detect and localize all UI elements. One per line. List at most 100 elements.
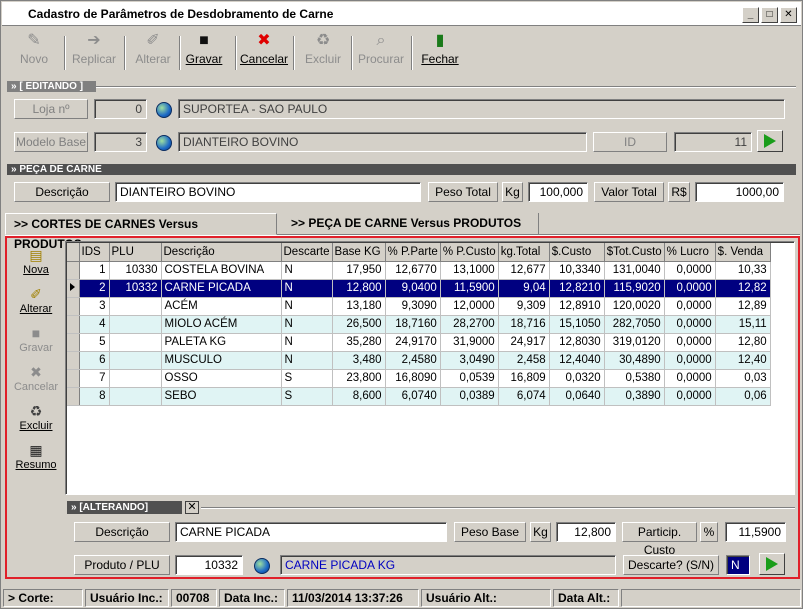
row-indicator-header	[67, 243, 80, 262]
tab-cortes-de-carnes[interactable]: >> CORTES DE CARNES Versus PRODUTOS	[5, 213, 277, 251]
confirm-arrow-button[interactable]	[759, 553, 785, 575]
table-cell: 7	[79, 369, 110, 388]
table-row[interactable]: 5 PALETA KG N 35,280 24,9170 31,9000 24,917 12,…	[67, 333, 771, 352]
replicar-button[interactable]: ➔ Replicar	[70, 32, 118, 74]
column-header[interactable]: % Lucro	[664, 243, 716, 262]
gravar-button[interactable]: ■ Gravar	[184, 32, 224, 74]
table-cell: 0,0000	[664, 261, 716, 280]
side-gravar-button[interactable]: ■ Gravar	[11, 325, 61, 354]
novo-button[interactable]: ✎ Novo	[12, 32, 56, 74]
alt-descricao-field[interactable]: CARNE PICADA	[175, 522, 447, 542]
column-header[interactable]: PLU	[109, 243, 162, 262]
table-cell: 12,80	[715, 333, 771, 352]
toolbar-separator	[235, 36, 237, 70]
table-row[interactable]: 3 ACÉM N 13,180 9,3090 12,0000 9,309 12,8910 120…	[67, 297, 771, 316]
side-alterar-button[interactable]: ✐ Alterar	[11, 286, 61, 315]
valor-unit-label: R$	[668, 182, 690, 202]
table-cell: 0,3890	[604, 387, 665, 406]
produto-plu-field[interactable]: 10332	[175, 555, 243, 575]
table-cell: 0,0000	[664, 279, 716, 298]
alt-descricao-label: Descrição	[74, 522, 170, 542]
table-row[interactable]: 7 OSSO S 23,800 16,8090 0,0539 16,809 0,0320 0,5…	[67, 369, 771, 388]
nova-button[interactable]: ▤ Nova	[11, 247, 61, 276]
cortes-grid[interactable]: IDS PLU Descrição Descarte Base KG% P.Parte%…	[65, 241, 795, 495]
particip-custo-label: Particip. Custo	[622, 522, 697, 557]
globe-search-icon[interactable]	[156, 102, 172, 118]
excluir-button[interactable]: ♻ Excluir	[300, 32, 346, 74]
column-header[interactable]: Base KG	[332, 243, 386, 262]
column-header[interactable]: Descrição	[161, 243, 282, 262]
go-arrow-button[interactable]	[757, 130, 783, 152]
column-header[interactable]: $.Custo	[549, 243, 605, 262]
table-cell: 9,309	[498, 297, 550, 316]
peso-total-field[interactable]: 100,000	[528, 182, 588, 202]
globe-search-icon[interactable]	[156, 135, 172, 151]
column-header[interactable]: $. Venda	[715, 243, 771, 262]
table-row[interactable]: 4 MIOLO ACÉM N 26,500 18,7160 28,2700 18,716 15…	[67, 315, 771, 334]
close-button[interactable]: ✕	[780, 7, 797, 23]
table-cell	[109, 297, 162, 316]
peso-total-label: Peso Total	[428, 182, 498, 202]
table-cell: 24,9170	[385, 333, 441, 352]
row-indicator	[67, 279, 80, 298]
table-row[interactable]: 8 SEBO S 8,600 6,0740 0,0389 6,074 0,0640 0,3890…	[67, 387, 771, 406]
minimize-button[interactable]: _	[742, 7, 759, 23]
valor-total-field[interactable]: 1000,00	[695, 182, 784, 202]
status-data-alt-label: Data Alt.:	[553, 589, 619, 607]
cancel-x-icon: ✖	[30, 364, 42, 380]
column-header[interactable]: % P.Custo	[440, 243, 499, 262]
modelo-base-field[interactable]: 3	[94, 132, 147, 152]
table-cell: 120,0020	[604, 297, 665, 316]
table-row[interactable]: 2 10332 CARNE PICADA N 12,800 9,0400 11,5900 9,…	[67, 279, 771, 298]
peca-descricao-field[interactable]: DIANTEIRO BOVINO	[115, 182, 421, 202]
table-cell: 0,0000	[664, 387, 716, 406]
peso-base-field[interactable]: 12,800	[556, 522, 616, 542]
tab-peca-de-carne[interactable]: >> PEÇA DE CARNE Versus PRODUTOS	[283, 213, 539, 235]
procurar-button[interactable]: ⌕ Procurar	[356, 32, 406, 74]
table-cell: 24,917	[498, 333, 550, 352]
close-alterando-icon[interactable]: ✕	[185, 501, 199, 514]
fechar-button[interactable]: ▮ Fechar	[418, 32, 462, 74]
cortes-table: IDS PLU Descrição Descarte Base KG% P.Parte%…	[67, 243, 771, 406]
table-cell: 0,0539	[440, 369, 499, 388]
maximize-button[interactable]: □	[761, 7, 778, 23]
table-cell: 2,4580	[385, 351, 441, 370]
trash-icon: ♻	[315, 32, 331, 49]
column-header[interactable]: Descarte	[281, 243, 333, 262]
main-window: Cadastro de Parâmetros de Desdobramento …	[0, 0, 803, 609]
row-indicator	[67, 297, 80, 316]
table-cell: 12,677	[498, 261, 550, 280]
calculator-icon: ▦	[29, 442, 43, 458]
table-cell: 1	[79, 261, 110, 280]
trash-icon: ♻	[29, 403, 43, 419]
table-cell: N	[281, 315, 333, 334]
column-header[interactable]: kg.Total	[498, 243, 550, 262]
table-row[interactable]: 6 MUSCULO N 3,480 2,4580 3,0490 2,458 12,4040 30…	[67, 351, 771, 370]
column-header[interactable]: IDS	[79, 243, 110, 262]
table-cell: 0,0320	[549, 369, 605, 388]
column-header[interactable]: % P.Parte	[385, 243, 441, 262]
table-cell: 10,33	[715, 261, 771, 280]
table-cell	[109, 369, 162, 388]
loja-name-field: SUPORTEA - SAO PAULO	[178, 99, 785, 119]
table-cell: 28,2700	[440, 315, 499, 334]
particip-custo-field[interactable]: 11,5900	[725, 522, 786, 542]
table-cell: 9,0400	[385, 279, 441, 298]
table-cell: 26,500	[332, 315, 386, 334]
side-cancelar-button[interactable]: ✖ Cancelar	[11, 364, 61, 393]
row-indicator	[67, 333, 80, 352]
search-icon: ⌕	[376, 32, 386, 49]
descarte-field[interactable]: N	[726, 555, 750, 575]
cancelar-button[interactable]: ✖ Cancelar	[240, 32, 288, 74]
table-row[interactable]: 1 10330 COSTELA BOVINA N 17,950 12,6770 13,100…	[67, 261, 771, 280]
loja-number-field[interactable]: 0	[94, 99, 147, 119]
globe-search-icon[interactable]	[254, 558, 270, 574]
peso-unit-label: Kg	[502, 182, 523, 202]
alterar-button[interactable]: ✐ Alterar	[130, 32, 176, 74]
table-cell: 6,0740	[385, 387, 441, 406]
side-excluir-button[interactable]: ♻ Excluir	[11, 403, 61, 432]
resumo-button[interactable]: ▦ Resumo	[11, 442, 61, 471]
status-usuario-inc-value: 00708	[171, 589, 217, 607]
column-header[interactable]: $Tot.Custo	[604, 243, 665, 262]
table-cell: 131,0040	[604, 261, 665, 280]
